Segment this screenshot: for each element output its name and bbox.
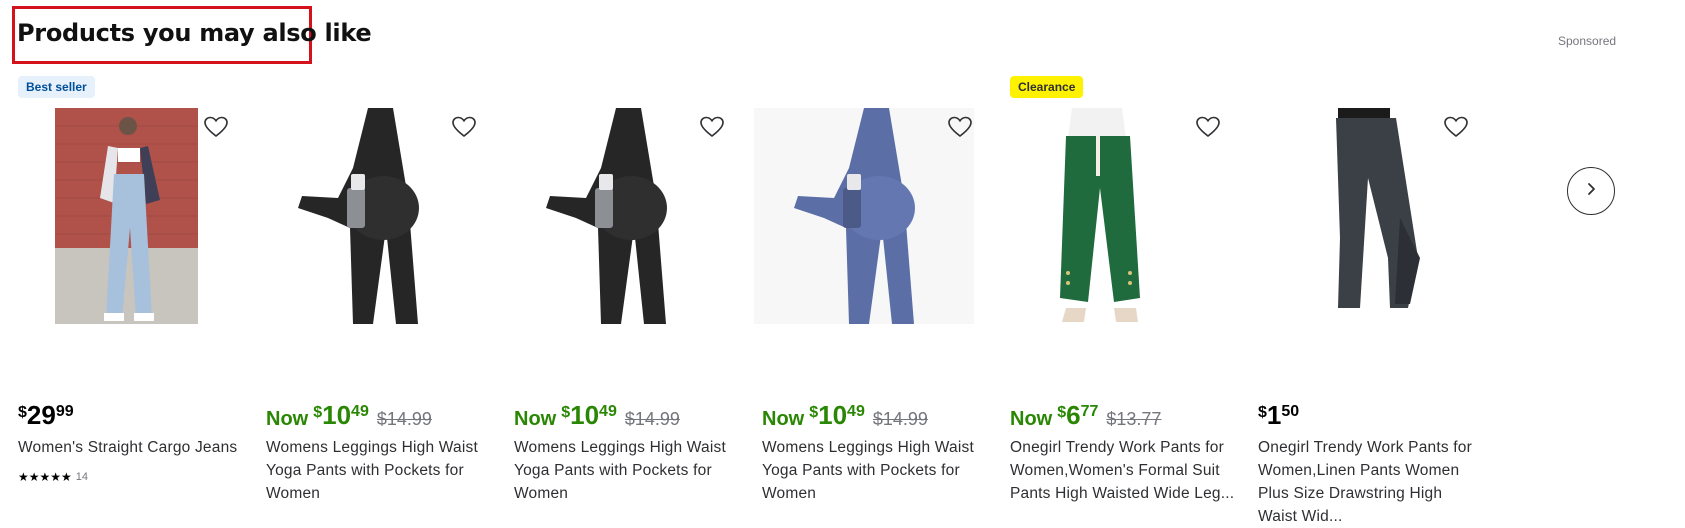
price-cents: 49 xyxy=(351,403,369,420)
price-currency: $ xyxy=(1258,404,1267,421)
product-card[interactable]: Clearance Now $ 6 77 $13.77 Onegirl Tren… xyxy=(1002,72,1252,507)
price-currency: $ xyxy=(809,404,819,421)
product-card[interactable]: Now $ 10 49 $14.99 Womens Leggings High … xyxy=(258,72,508,507)
price-cents: 99 xyxy=(55,403,74,420)
price-dollars: 6 xyxy=(1066,400,1081,430)
price: $ 29 99 xyxy=(18,400,74,432)
section-title: Products you may also like xyxy=(17,19,372,47)
product-image[interactable] xyxy=(10,108,260,342)
sponsored-label: Sponsored xyxy=(1558,34,1617,48)
was-price: $14.99 xyxy=(624,409,680,429)
clearance-badge: Clearance xyxy=(1010,76,1084,98)
chevron-right-icon xyxy=(1583,181,1599,202)
price-currency: $ xyxy=(18,404,27,421)
price-dollars: 10 xyxy=(818,400,848,430)
price-currency: $ xyxy=(561,404,571,421)
review-count: 14 xyxy=(75,471,89,483)
product-image[interactable] xyxy=(1250,108,1500,342)
product-title-link[interactable]: Womens Leggings High Waist Yoga Pants wi… xyxy=(514,436,739,505)
price: $ 1 50 xyxy=(1258,400,1299,432)
price-cents: 49 xyxy=(599,403,617,420)
product-image[interactable] xyxy=(754,108,1004,342)
favorite-heart-icon[interactable] xyxy=(698,113,726,141)
was-price: $14.99 xyxy=(376,409,432,429)
product-title-link[interactable]: Women's Straight Cargo Jeans xyxy=(18,436,243,459)
price: Now $ 10 49 $14.99 xyxy=(266,400,432,432)
best-seller-badge: Best seller xyxy=(18,76,95,98)
product-image[interactable] xyxy=(506,108,756,342)
was-price: $14.99 xyxy=(872,409,928,429)
price-cents: 49 xyxy=(847,403,865,420)
price-dollars: 10 xyxy=(322,400,352,430)
price-now-label: Now xyxy=(266,408,309,430)
favorite-heart-icon[interactable] xyxy=(450,113,478,141)
product-card[interactable]: Now $ 10 49 $14.99 Womens Leggings High … xyxy=(754,72,1004,507)
product-title-link[interactable]: Womens Leggings High Waist Yoga Pants wi… xyxy=(266,436,491,505)
price-dollars: 10 xyxy=(570,400,600,430)
favorite-heart-icon[interactable] xyxy=(1442,113,1470,141)
rating: ★★★★★ 14 xyxy=(18,470,88,484)
price-dollars: 29 xyxy=(26,400,56,430)
price-now-label: Now xyxy=(514,408,557,430)
carousel-next-button[interactable] xyxy=(1567,167,1615,215)
favorite-heart-icon[interactable] xyxy=(1194,113,1222,141)
price-currency: $ xyxy=(313,404,323,421)
product-image[interactable] xyxy=(258,108,508,342)
star-rating-icon: ★★★★★ xyxy=(18,470,72,484)
price: Now $ 10 49 $14.99 xyxy=(514,400,680,432)
favorite-heart-icon[interactable] xyxy=(946,113,974,141)
was-price: $13.77 xyxy=(1106,409,1162,429)
product-card[interactable]: $ 1 50 Onegirl Trendy Work Pants for Wom… xyxy=(1250,72,1500,525)
price-now-label: Now xyxy=(1010,408,1053,430)
price-now-label: Now xyxy=(762,408,805,430)
product-title-link[interactable]: Onegirl Trendy Work Pants for Women,Line… xyxy=(1258,436,1483,528)
product-card[interactable]: Best seller $ 29 99 Women's Straight Car xyxy=(10,72,260,507)
product-title-link[interactable]: Womens Leggings High Waist Yoga Pants wi… xyxy=(762,436,987,505)
price-cents: 77 xyxy=(1080,403,1099,420)
product-title-link[interactable]: Onegirl Trendy Work Pants for Women,Wome… xyxy=(1010,436,1235,505)
price-cents: 50 xyxy=(1281,403,1300,420)
product-image[interactable] xyxy=(1002,108,1252,342)
product-card[interactable]: Now $ 10 49 $14.99 Womens Leggings High … xyxy=(506,72,756,507)
price: Now $ 10 49 $14.99 xyxy=(762,400,928,432)
favorite-heart-icon[interactable] xyxy=(202,113,230,141)
price: Now $ 6 77 $13.77 xyxy=(1010,400,1161,432)
price-dollars: 1 xyxy=(1266,400,1282,430)
price-currency: $ xyxy=(1057,404,1067,421)
